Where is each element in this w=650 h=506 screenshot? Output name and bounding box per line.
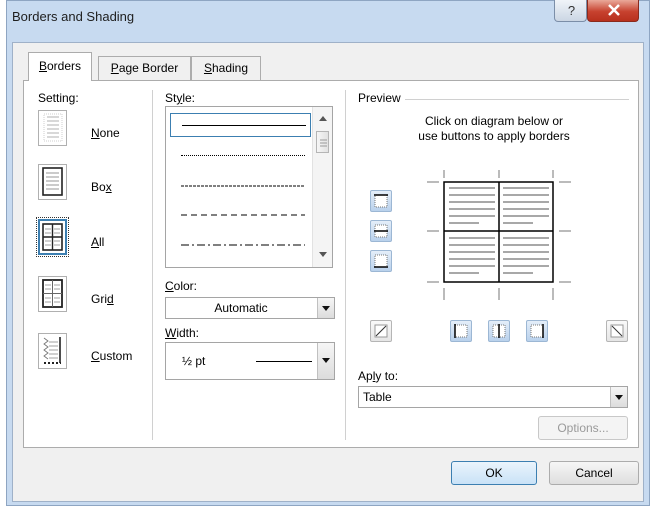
chevron-down-icon [615,395,623,400]
color-dropdown[interactable]: Automatic [165,297,335,319]
preview-instruction-1: Click on diagram below or [424,114,564,128]
apply-to-value: Table [363,390,392,404]
width-label: Width: [165,326,200,340]
border-left-icon [454,324,468,338]
style-option-dotted-fine[interactable] [170,143,311,167]
border-bottom-button[interactable] [370,250,392,272]
border-bottom-icon [374,254,388,268]
apply-to-dropdown-button[interactable] [610,387,627,407]
tab-page-border-label: age Border [118,61,179,75]
chevron-down-icon [322,306,330,311]
width-dropdown[interactable]: ½ pt [165,342,335,380]
scroll-up-icon [319,116,327,121]
tab-page-border-accel: P [110,61,119,75]
setting-box-button[interactable] [38,164,67,200]
border-top-icon [374,194,388,208]
width-line-sample [256,361,312,362]
chevron-down-icon [322,358,330,363]
border-box-icon [42,167,63,196]
border-right-button[interactable] [526,320,548,342]
apply-to-dropdown[interactable]: Table [358,386,628,408]
setting-custom-label: Custom [91,349,133,363]
width-value: ½ pt [182,354,206,368]
help-button[interactable]: ? [554,0,587,22]
border-right-icon [530,324,544,338]
tab-borders-accel: B [38,59,47,73]
dialog-title: Borders and Shading [12,9,135,24]
scroll-down-icon [319,252,327,257]
setting-none-button[interactable] [38,110,67,146]
close-icon [608,4,620,16]
tab-borders[interactable]: Borders [28,52,92,81]
setting-grid-label: Grid [91,292,114,306]
border-none-icon [43,113,63,142]
style-scrollbar[interactable] [312,107,332,267]
svg-text:?: ? [568,3,575,18]
tab-shading-accel: S [203,61,212,75]
style-option-dashed[interactable] [170,203,311,227]
border-all-icon [42,223,63,251]
diagonal-down-icon [610,324,624,338]
preview-label: Preview [358,91,401,105]
border-inside-vertical-icon [492,324,506,338]
color-value: Automatic [214,301,268,315]
tab-page-border[interactable]: Page Border [98,56,191,80]
preview-diagram[interactable] [427,170,571,300]
tab-borders-label: orders [47,59,82,73]
border-custom-icon [43,337,61,364]
border-top-button[interactable] [370,190,392,212]
border-diagonal-up-button[interactable] [370,320,392,342]
setting-none-label: None [91,126,120,140]
ok-button[interactable]: OK [451,461,537,485]
border-grid-icon [42,279,63,308]
tab-shading-label: hading [211,61,249,75]
width-dropdown-button[interactable] [317,343,334,379]
border-inside-horizontal-icon [374,224,388,238]
border-inside-vertical-button[interactable] [488,320,510,342]
tab-shading[interactable]: Shading [191,56,261,80]
apply-to-label: Aply to: [358,369,399,383]
color-dropdown-button[interactable] [317,298,334,318]
separator-preview [345,90,346,440]
cancel-button[interactable]: Cancel [549,461,639,485]
style-option-dashed-small[interactable] [170,174,311,198]
separator-setting [152,90,153,440]
diagonal-up-icon [374,324,388,338]
border-inside-horizontal-button[interactable] [370,220,392,242]
preview-separator [405,99,629,100]
color-label: Color: [165,279,198,293]
setting-all-button[interactable] [36,217,69,257]
border-diagonal-down-button[interactable] [606,320,628,342]
setting-custom-button[interactable] [38,333,67,369]
setting-all-label: All [91,235,105,249]
style-label: Style: [165,91,196,105]
setting-grid-button[interactable] [38,276,67,312]
style-option-solid[interactable] [170,113,311,137]
border-left-button[interactable] [450,320,472,342]
question-icon: ? [568,3,575,18]
options-button[interactable]: Options... [538,416,628,440]
setting-label: Setting: [38,91,79,105]
setting-box-label: Box [91,180,112,194]
style-option-dash-dot[interactable] [170,233,311,257]
close-button[interactable] [587,0,639,22]
style-scroll-thumb[interactable] [316,131,329,153]
preview-instruction-2: use buttons to apply borders [418,129,570,143]
